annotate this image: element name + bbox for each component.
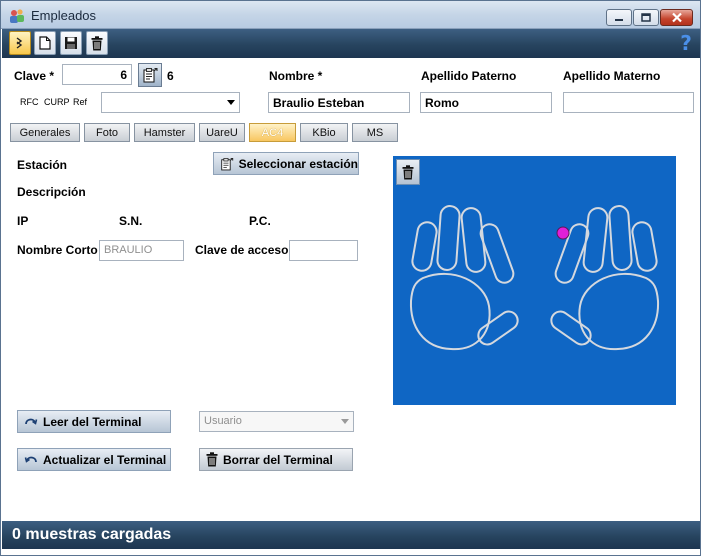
left-thumb [477,310,519,346]
nombre-label: Nombre * [269,69,323,83]
users-app-icon [10,9,24,23]
apellido-paterno-label: Apellido Paterno [421,69,517,83]
tab-ac4[interactable]: AC4 [249,123,296,142]
close-icon [671,12,682,23]
status-bar: 0 muestras cargadas [2,521,700,549]
selected-finger-marker [556,226,570,240]
fingerprint-hands-panel [393,156,676,405]
left-pinky-finger [411,221,438,272]
clave-acceso-input[interactable] [289,240,358,261]
ip-label: IP [17,214,29,228]
descripcion-label: Descripción [17,185,86,199]
seleccionar-estacion-button[interactable]: Seleccionar estación [213,152,359,175]
right-thumb [550,310,592,346]
clave-label: Clave * [14,69,55,83]
nombre-corto-input[interactable]: BRAULIO [99,240,184,261]
pc-label: P.C. [249,214,271,228]
estacion-label: Estación [17,158,68,172]
close-button[interactable] [660,9,693,26]
tab-foto[interactable]: Foto [84,123,130,142]
right-pinky-finger [631,221,658,272]
clipboard-lookup-icon [143,68,158,83]
dropdown-arrow-icon [227,100,235,105]
clipboard-select-icon [221,157,234,170]
right-ring-finger [608,205,633,271]
dropdown-arrow-icon [341,419,349,424]
new-document-icon [39,36,51,50]
status-text: 0 muestras cargadas [12,526,172,543]
help-icon: ? [680,31,692,55]
seleccionar-estacion-label: Seleccionar estación [238,156,358,171]
tab-hamster[interactable]: Hamster [134,123,195,142]
trash-icon [91,35,103,50]
toolbar: ? [2,29,700,58]
tab-ms[interactable]: MS [352,123,398,142]
usuario-select[interactable]: Usuario [199,411,354,432]
hands-diagram [409,205,660,351]
clave-count: 6 [167,69,174,83]
usuario-select-value: Usuario [204,415,242,427]
actualizar-terminal-label: Actualizar el Terminal [43,452,167,467]
borrar-terminal-button[interactable]: Borrar del Terminal [199,448,353,471]
save-button[interactable] [60,31,82,55]
undo-arrow-icon [24,456,37,463]
trash-icon [206,452,218,467]
ref-label: Ref [73,97,88,107]
clave-lookup-button[interactable] [138,63,162,87]
minimize-icon [615,18,623,21]
actualizar-terminal-button[interactable]: Actualizar el Terminal [17,448,171,471]
clave-acceso-label: Clave de acceso [195,243,289,257]
window-title: Empleados [31,8,97,23]
maximize-icon [641,13,651,22]
leer-terminal-button[interactable]: Leer del Terminal [17,410,171,433]
rfc-label: RFC [20,97,39,107]
tab-uareu[interactable]: UareU [199,123,245,142]
left-ring-finger [436,205,461,271]
title-bar: Empleados [1,1,700,29]
sn-label: S.N. [119,214,143,228]
nombre-corto-label: Nombre Corto [17,243,98,257]
double-chevron-icon [16,37,23,49]
tab-kbio[interactable]: KBio [300,123,348,142]
apellido-paterno-input[interactable]: Romo [420,92,552,113]
rfc-select[interactable] [101,92,240,113]
floppy-disk-icon [65,37,77,49]
new-button[interactable] [34,31,56,55]
tab-generales[interactable]: Generales [10,123,80,142]
leer-terminal-label: Leer del Terminal [43,414,142,429]
apellido-materno-label: Apellido Materno [563,69,661,83]
redo-arrow-icon [25,418,38,425]
help-button[interactable]: ? [675,31,697,55]
curp-label: CURP [44,97,70,107]
delete-button[interactable] [86,31,108,55]
maximize-button[interactable] [633,9,659,26]
apellido-materno-input[interactable] [563,92,694,113]
employees-window: Empleados ? Clave * 6 6 Nombre * Apellid… [0,0,701,556]
nombre-input[interactable]: Braulio Esteban [268,92,410,113]
expand-button[interactable] [9,31,31,55]
minimize-button[interactable] [606,9,632,26]
borrar-terminal-label: Borrar del Terminal [223,452,333,467]
clave-input[interactable]: 6 [62,64,132,85]
